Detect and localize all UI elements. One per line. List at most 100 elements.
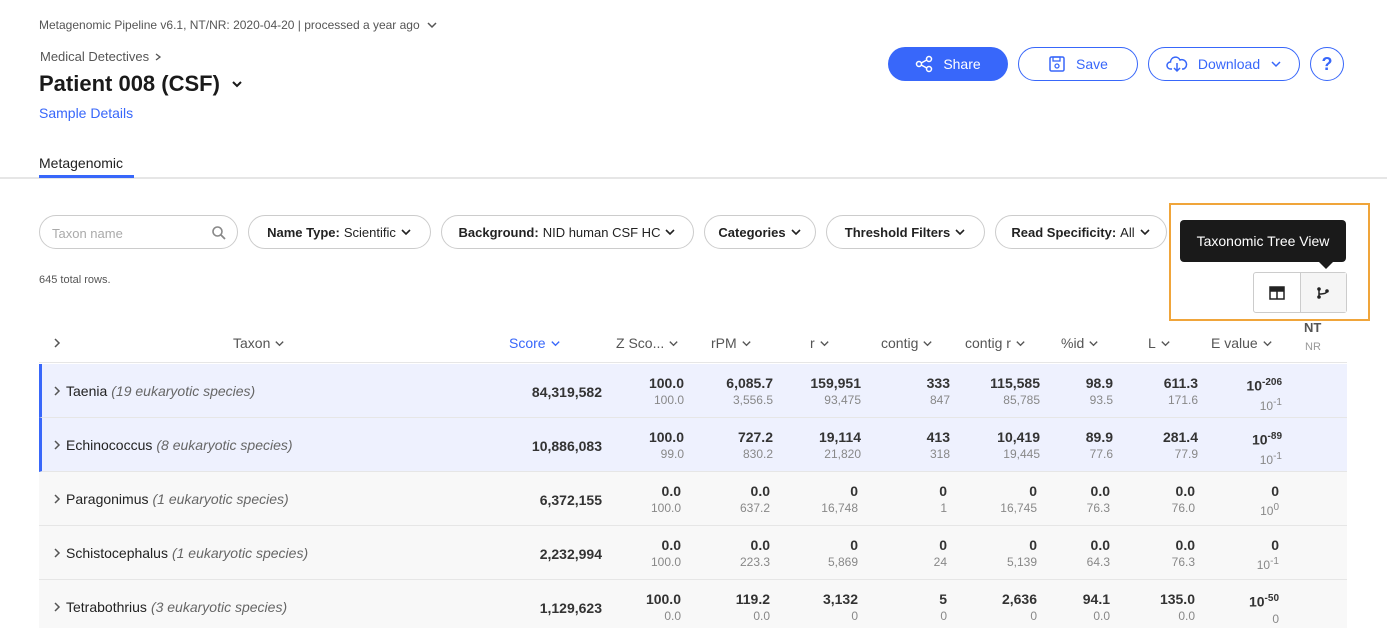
e-value-cell: 0 100: [1260, 482, 1279, 519]
help-icon: ?: [1321, 53, 1333, 74]
chevron-down-icon: [669, 340, 678, 346]
e-value-cell: 10-89 10-1: [1252, 428, 1282, 468]
rpm-cell: 0.0 223.3: [740, 536, 770, 570]
expand-all-icon[interactable]: [52, 337, 62, 349]
tree-icon: [1317, 286, 1330, 299]
column-header-e-value[interactable]: E value: [1211, 335, 1273, 351]
column-header-taxon[interactable]: Taxon: [233, 335, 285, 351]
contig-r-cell: 0 5,139: [1007, 536, 1037, 570]
sample-title[interactable]: Patient 008 (CSF): [39, 71, 244, 97]
column-header-contig-r[interactable]: contig r: [965, 335, 1026, 351]
expand-row-icon[interactable]: [52, 547, 62, 559]
taxon-search-input[interactable]: [52, 224, 202, 242]
taxon-name[interactable]: Echinococcus (8 eukaryotic species): [66, 437, 293, 453]
r-nr: 5,869: [827, 555, 858, 569]
taxon-name-text: Taenia: [66, 383, 108, 399]
l-nr: 171.6: [1167, 393, 1198, 407]
taxon-name[interactable]: Paragonimus (1 eukaryotic species): [66, 491, 289, 507]
e-value-nr: 100: [1260, 502, 1279, 518]
contig-nt: 0: [939, 537, 947, 553]
taxon-name[interactable]: Taenia (19 eukaryotic species): [66, 383, 255, 399]
pipeline-info[interactable]: Metagenomic Pipeline v6.1, NT/NR: 2020-0…: [39, 18, 438, 32]
expand-row-icon[interactable]: [52, 439, 62, 451]
r-nr: 21,820: [824, 447, 861, 461]
chevron-down-icon: [820, 340, 829, 346]
score-value: 6,372,155: [539, 492, 602, 508]
tooltip-arrow: [1319, 262, 1333, 269]
contig-nt: 5: [939, 591, 947, 607]
table-icon: [1269, 285, 1285, 300]
table-row[interactable]: Echinococcus (8 eukaryotic species) 10,886…: [39, 418, 1347, 472]
table-row[interactable]: Taenia (19 eukaryotic species) 84,319,582 1…: [39, 364, 1347, 418]
contig-r-nt: 0: [1029, 483, 1037, 499]
background-label: Background:: [458, 224, 539, 240]
percent-id-cell: 0.0 64.3: [1087, 536, 1110, 570]
tab-metagenomic[interactable]: Metagenomic: [39, 155, 123, 171]
rpm-nr: 3,556.5: [732, 393, 773, 407]
rpm-nr: 637.2: [739, 501, 770, 515]
zscore-nt: 100.0: [645, 591, 681, 607]
save-button[interactable]: Save: [1018, 47, 1138, 81]
contig-nr: 1: [940, 501, 947, 515]
taxon-search[interactable]: [39, 215, 238, 249]
taxon-name[interactable]: Tetrabothrius (3 eukaryotic species): [66, 599, 287, 615]
download-button[interactable]: Download: [1148, 47, 1300, 81]
threshold-filter[interactable]: Threshold Filters: [826, 215, 985, 249]
breadcrumb[interactable]: Medical Detectives: [40, 49, 163, 64]
expand-row-icon[interactable]: [52, 601, 62, 613]
name-type-label: Name Type:: [267, 224, 340, 240]
percent-id-cell: 0.0 76.3: [1087, 482, 1110, 516]
column-header-contig[interactable]: contig: [881, 335, 933, 351]
l-nr: 76.0: [1171, 501, 1195, 515]
name-type-value: Scientific: [343, 224, 396, 240]
chevron-down-icon: [1263, 340, 1272, 346]
sample-details-link[interactable]: Sample Details: [39, 105, 133, 121]
percent-id-cell: 98.9 93.5: [1086, 374, 1113, 408]
column-header-score[interactable]: Score: [509, 335, 561, 351]
total-rows-count: 645 total rows.: [39, 274, 111, 286]
table-row[interactable]: Tetrabothrius (3 eukaryotic species) 1,129…: [39, 580, 1347, 628]
column-header-nt[interactable]: NT: [1304, 320, 1321, 335]
background-filter[interactable]: Background: NID human CSF HC: [441, 215, 694, 249]
e-value-nr: 10-1: [1256, 556, 1279, 572]
rpm-cell: 0.0 637.2: [740, 482, 770, 516]
e-value-cell: 10-50 0: [1249, 590, 1279, 627]
zscore-cell: 100.0 99.0: [649, 428, 684, 462]
read-specificity-filter[interactable]: Read Specificity: All: [995, 215, 1167, 249]
breadcrumb-project[interactable]: Medical Detectives: [40, 49, 149, 64]
rpm-nt: 727.2: [737, 429, 773, 445]
rpm-nt: 0.0: [750, 483, 770, 499]
column-header-percent-id[interactable]: %id: [1061, 335, 1099, 351]
column-header-zscore[interactable]: Z Sco...: [616, 335, 679, 351]
save-icon: [1049, 56, 1065, 72]
l-nr: 76.3: [1171, 555, 1195, 569]
r-cell: 0 5,869: [828, 536, 858, 570]
r-nt: 159,951: [810, 375, 861, 391]
r-nt: 3,132: [822, 591, 858, 607]
column-header-rpm[interactable]: rPM: [711, 335, 752, 351]
taxon-name[interactable]: Schistocephalus (1 eukaryotic species): [66, 545, 308, 561]
chevron-down-icon: [1089, 340, 1099, 346]
tree-view-button[interactable]: [1299, 273, 1346, 312]
share-button[interactable]: Share: [888, 47, 1008, 81]
table-row[interactable]: Paragonimus (1 eukaryotic species) 6,372,1…: [39, 472, 1347, 526]
categories-filter[interactable]: Categories: [704, 215, 816, 249]
contig-nt: 333: [926, 375, 950, 391]
help-button[interactable]: ?: [1310, 47, 1344, 81]
r-nt: 19,114: [818, 429, 861, 445]
expand-row-icon[interactable]: [52, 385, 62, 397]
table-row[interactable]: Schistocephalus (1 eukaryotic species) 2,2…: [39, 526, 1347, 580]
column-header-l[interactable]: L: [1148, 335, 1171, 351]
table-view-button[interactable]: [1254, 273, 1300, 312]
column-header-r[interactable]: r: [810, 335, 830, 351]
chevron-down-icon: [1140, 229, 1150, 236]
taxon-species-count: (1 eukaryotic species): [152, 491, 289, 507]
percent-id-nt: 0.0: [1090, 537, 1110, 553]
name-type-filter[interactable]: Name Type: Scientific: [248, 215, 431, 249]
read-specificity-label: Read Specificity:: [1011, 224, 1117, 240]
zscore-nr: 100.0: [650, 501, 681, 515]
column-header-nr[interactable]: NR: [1305, 341, 1321, 353]
expand-row-icon[interactable]: [52, 493, 62, 505]
zscore-nt: 0.0: [661, 537, 681, 553]
view-toggle[interactable]: [1253, 272, 1347, 313]
